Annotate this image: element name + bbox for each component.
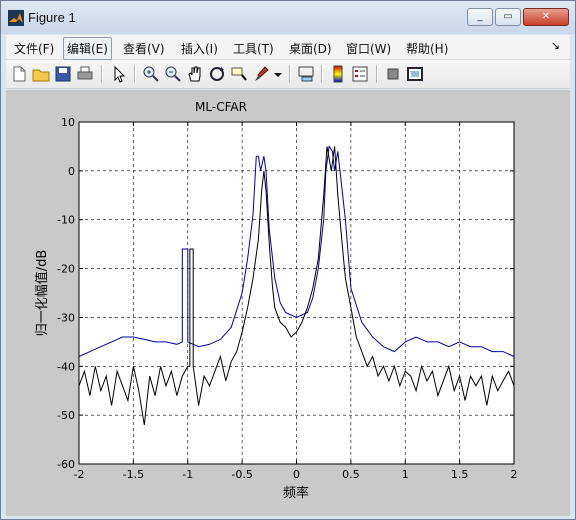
menu-edit[interactable]: 编辑(E)	[63, 37, 112, 60]
y-tick-label: 0	[68, 165, 75, 178]
edit-plot-icon[interactable]	[109, 64, 129, 84]
close-button[interactable]: ✕	[523, 8, 569, 26]
menu-insert[interactable]: 插入(I)	[181, 40, 218, 57]
x-tick-label: 0	[293, 468, 300, 481]
toolbar-separator	[289, 65, 291, 83]
figure-canvas: ML-CFAR -2 -1.5 -1 -0.5 0 0.5 1 1.5 2 10 0 -10 -20 -3…	[6, 90, 570, 516]
y-tick-label: -60	[57, 458, 75, 471]
insert-legend-icon[interactable]	[350, 64, 370, 84]
menu-bar: 文件(F) 编辑(E) 查看(V) 插入(I) 工具(T) 桌面(D) 窗口(W…	[6, 35, 570, 60]
minimize-button[interactable]: _	[467, 8, 493, 26]
new-figure-icon[interactable]	[9, 64, 29, 84]
y-axis-label: 归一化幅值/dB	[34, 250, 50, 337]
toolbar-separator	[134, 65, 136, 83]
toolbar-separator	[101, 65, 103, 83]
x-tick-label: -1	[182, 468, 193, 481]
y-tick-label: -40	[57, 360, 75, 373]
toolbar	[6, 60, 570, 89]
y-tick-label: -10	[57, 214, 75, 227]
open-file-icon[interactable]	[31, 64, 51, 84]
title-bar[interactable]: Figure 1 _ ▭ ✕	[1, 1, 575, 34]
brush-icon[interactable]	[251, 64, 271, 84]
menubar-dock-icon[interactable]: ↘	[551, 39, 560, 52]
menu-desktop[interactable]: 桌面(D)	[289, 40, 332, 57]
window-title: Figure 1	[28, 10, 76, 25]
x-tick-label: -1.5	[123, 468, 144, 481]
chart[interactable]: ML-CFAR -2 -1.5 -1 -0.5 0 0.5 1 1.5 2 10 0 -10 -20 -3…	[6, 90, 570, 516]
x-tick-label: -0.5	[231, 468, 252, 481]
chart-title: ML-CFAR	[195, 100, 247, 114]
x-tick-label: 0.5	[342, 468, 360, 481]
x-tick-label: 1.5	[451, 468, 469, 481]
link-plot-icon[interactable]	[296, 64, 316, 84]
rotate-3d-icon[interactable]	[207, 64, 227, 84]
figure-window: Figure 1 _ ▭ ✕ 文件(F) 编辑(E) 查看(V) 插入(I) 工…	[0, 0, 576, 520]
x-tick-label: 1	[402, 468, 409, 481]
y-tick-label: -50	[57, 409, 75, 422]
save-icon[interactable]	[53, 64, 73, 84]
menu-file[interactable]: 文件(F)	[14, 40, 54, 57]
toolbar-separator	[321, 65, 323, 83]
menu-view[interactable]: 查看(V)	[123, 40, 165, 57]
menu-tools[interactable]: 工具(T)	[233, 40, 274, 57]
x-axis-label: 频率	[283, 485, 309, 501]
show-plot-tools-icon[interactable]	[405, 64, 425, 84]
zoom-out-icon[interactable]	[163, 64, 183, 84]
y-tick-label: 10	[61, 116, 75, 129]
pan-hand-icon[interactable]	[185, 64, 205, 84]
print-icon[interactable]	[75, 64, 95, 84]
insert-colorbar-icon[interactable]	[328, 64, 348, 84]
data-cursor-icon[interactable]	[229, 64, 249, 84]
y-tick-label: -30	[57, 311, 75, 324]
brush-dropdown-icon[interactable]	[272, 64, 284, 84]
toolbar-separator	[376, 65, 378, 83]
x-tick-label: -2	[74, 468, 85, 481]
hide-plot-tools-icon[interactable]	[383, 64, 403, 84]
x-tick-label: 2	[511, 468, 518, 481]
menu-window[interactable]: 窗口(W)	[346, 40, 391, 57]
zoom-in-icon[interactable]	[141, 64, 161, 84]
matlab-logo-icon	[8, 10, 24, 26]
maximize-button[interactable]: ▭	[495, 8, 521, 26]
y-tick-label: -20	[57, 263, 75, 276]
menu-help[interactable]: 帮助(H)	[406, 40, 448, 57]
